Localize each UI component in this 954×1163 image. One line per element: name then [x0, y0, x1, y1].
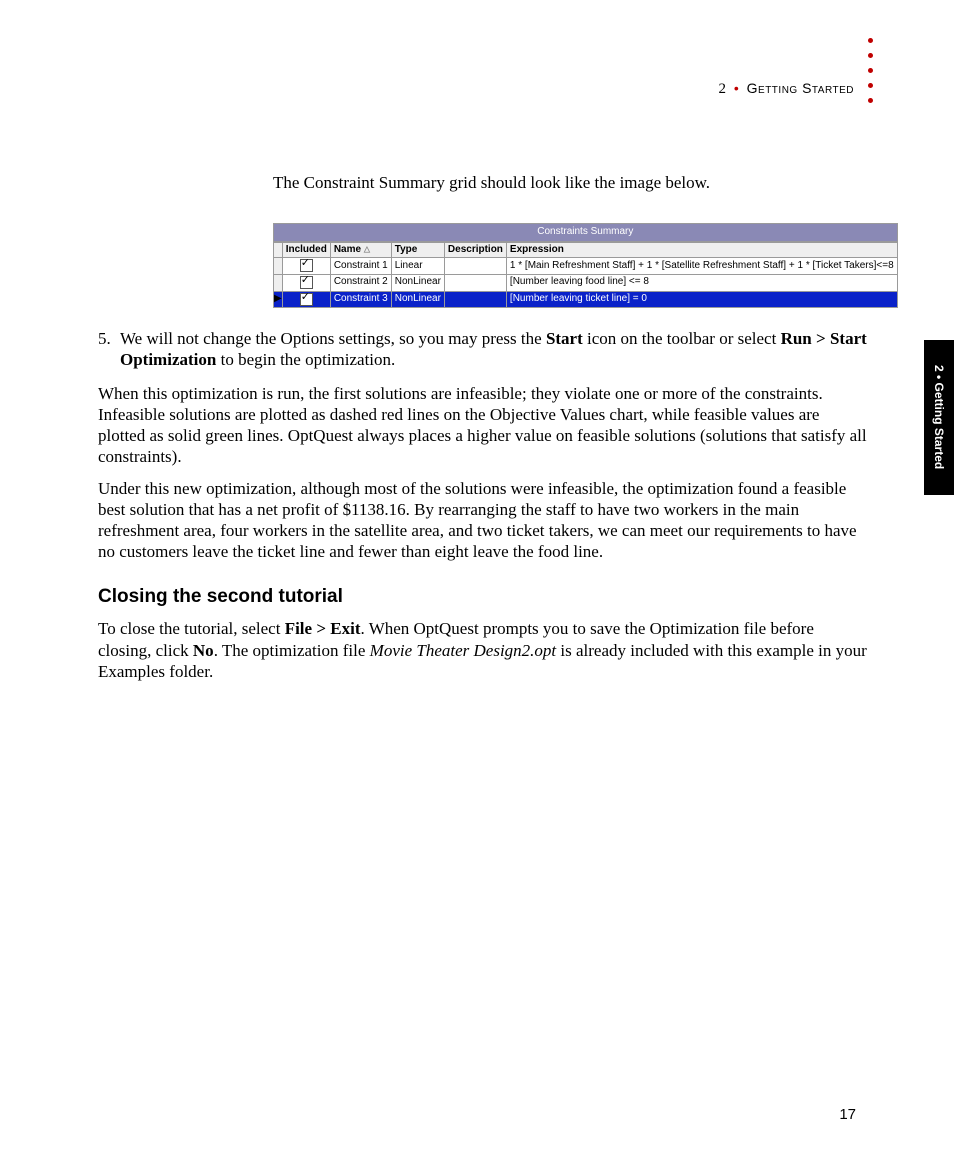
cell-name: Constraint 2: [330, 274, 391, 291]
closing-b2: No: [193, 641, 214, 660]
table-row: Constraint 1 Linear 1 * [Main Refreshmen…: [274, 258, 898, 275]
sort-asc-icon: △: [364, 244, 370, 253]
checkbox-checked-icon: [300, 276, 313, 289]
closing-paragraph: To close the tutorial, select File > Exi…: [98, 618, 868, 682]
closing-t3: . The optimization file: [214, 641, 370, 660]
row-selector: [274, 274, 283, 291]
cell-description: [444, 291, 506, 308]
dot-icon: [868, 68, 873, 73]
grid-header-row: Included Name △ Type Description Express…: [274, 242, 898, 258]
side-tab-label: 2 • Getting Started: [932, 365, 946, 469]
cell-expression: 1 * [Main Refreshment Staff] + 1 * [Sate…: [506, 258, 897, 275]
step5-text1: We will not change the Options settings,…: [120, 329, 546, 348]
running-header: 2 • Getting Started: [718, 80, 854, 98]
cell-name: Constraint 1: [330, 258, 391, 275]
cell-expression: [Number leaving food line] <= 8: [506, 274, 897, 291]
constraints-summary-table: Constraints Summary Included Name △ Type…: [273, 223, 898, 308]
side-thumb-tab: 2 • Getting Started: [924, 340, 954, 495]
closing-b1: File > Exit: [285, 619, 361, 638]
cell-description: [444, 274, 506, 291]
col-type: Type: [391, 242, 444, 258]
dot-icon: [868, 53, 873, 58]
cell-expression: [Number leaving ticket line] = 0: [506, 291, 897, 308]
step5-bold1: Start: [546, 329, 583, 348]
checkbox-checked-icon: [300, 259, 313, 272]
section-heading: Closing the second tutorial: [98, 585, 868, 609]
step-number: 5.: [98, 328, 120, 349]
row-selector: [274, 258, 283, 275]
step-5: 5.We will not change the Options setting…: [98, 328, 868, 371]
cell-included: [282, 274, 330, 291]
closing-i1: Movie Theater Design2.opt: [370, 641, 557, 660]
table-row-selected: ▶ Constraint 3 NonLinear [Number leaving…: [274, 291, 898, 308]
document-page: 2 • Getting Started 2 • Getting Started …: [0, 0, 954, 1163]
chapter-title: Getting Started: [747, 80, 854, 96]
col-name: Name △: [330, 242, 391, 258]
row-selector-current: ▶: [274, 291, 283, 308]
bullet-separator-icon: •: [734, 80, 739, 96]
cell-name: Constraint 3: [330, 291, 391, 308]
cell-type: NonLinear: [391, 291, 444, 308]
step5-text3: to begin the optimization.: [216, 350, 395, 369]
page-content: The Constraint Summary grid should look …: [98, 155, 868, 692]
cell-included: [282, 258, 330, 275]
col-expression: Expression: [506, 242, 897, 258]
dot-icon: [868, 98, 873, 103]
dot-icon: [868, 38, 873, 43]
closing-t1: To close the tutorial, select: [98, 619, 285, 638]
chapter-number: 2: [718, 81, 726, 97]
cell-included: [282, 291, 330, 308]
cell-description: [444, 258, 506, 275]
current-row-icon: ▶: [274, 293, 282, 304]
paragraph-results: Under this new optimization, although mo…: [98, 478, 868, 563]
decorative-dots: [868, 38, 873, 103]
table-row: Constraint 2 NonLinear [Number leaving f…: [274, 274, 898, 291]
page-number: 17: [839, 1106, 856, 1123]
cell-type: Linear: [391, 258, 444, 275]
checkbox-checked-icon: [300, 293, 313, 306]
grid-title: Constraints Summary: [273, 223, 898, 242]
dot-icon: [868, 83, 873, 88]
step5-text2: icon on the tool­bar or select: [583, 329, 781, 348]
col-description: Description: [444, 242, 506, 258]
paragraph-infeasible: When this optimization is run, the first…: [98, 383, 868, 468]
col-included: Included: [282, 242, 330, 258]
cell-type: NonLinear: [391, 274, 444, 291]
constraints-grid-wrapper: Constraints Summary Included Name △ Type…: [273, 223, 868, 308]
row-selector-header: [274, 242, 283, 258]
intro-paragraph: The Constraint Summary grid should look …: [273, 172, 868, 193]
